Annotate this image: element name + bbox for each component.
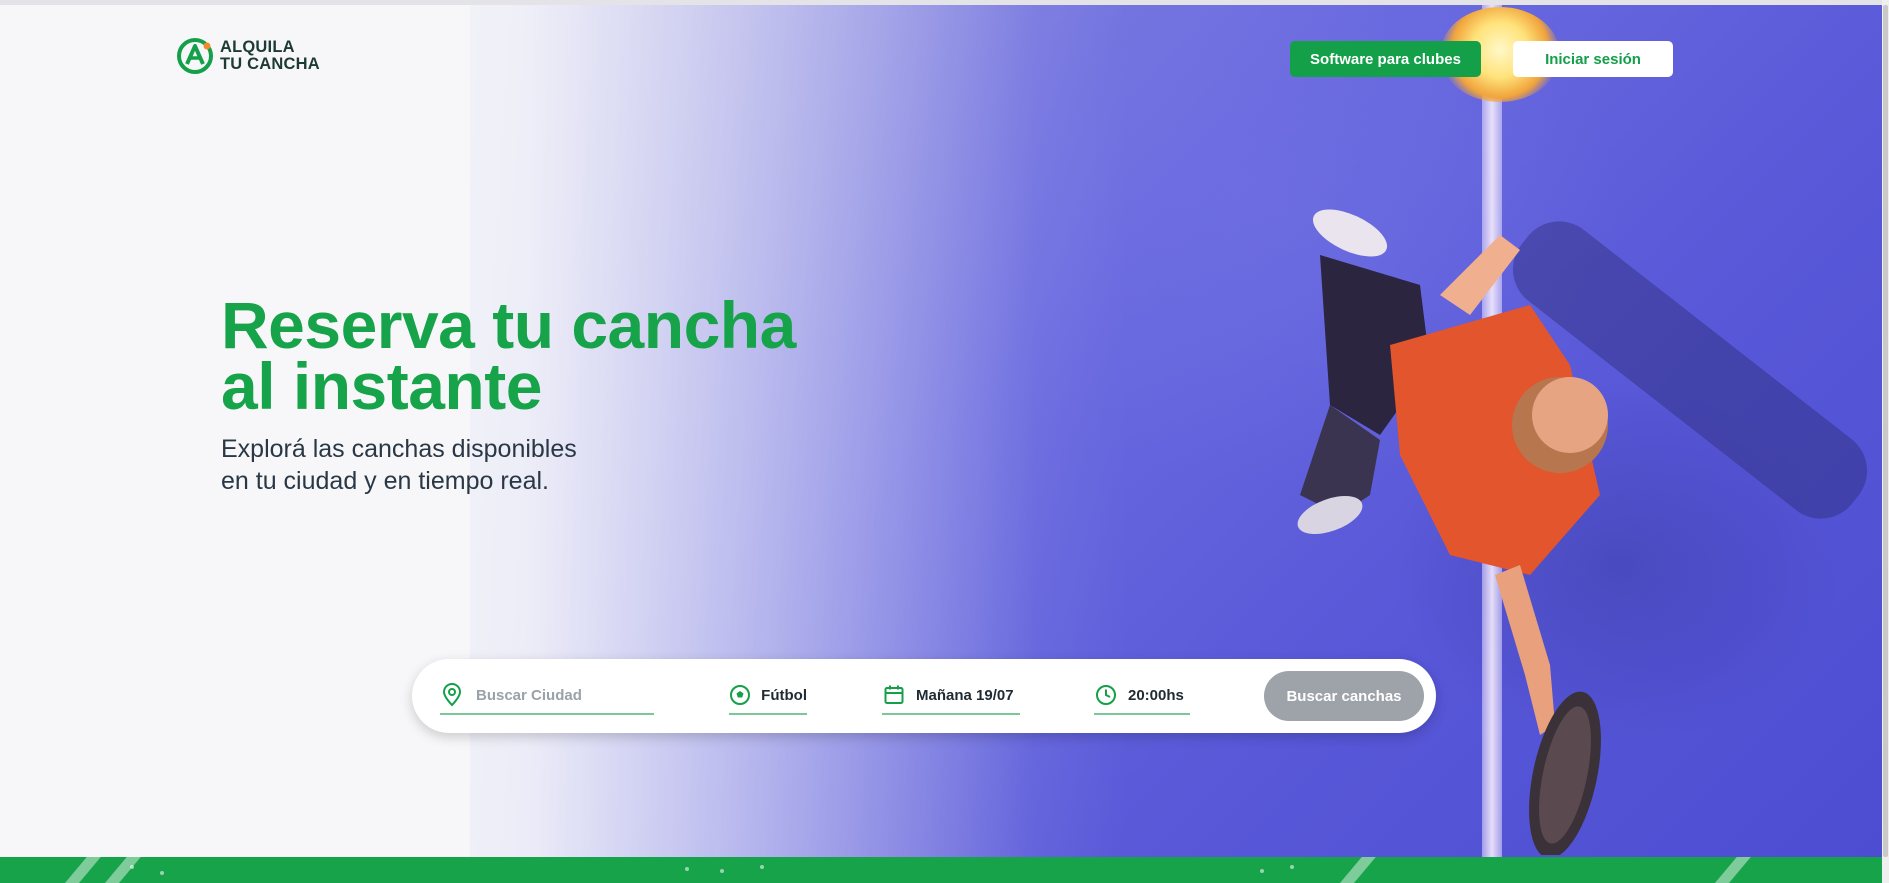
- hero-subtitle-line2: en tu ciudad y en tiempo real.: [221, 467, 549, 495]
- band-dot: [720, 869, 724, 873]
- city-field[interactable]: [440, 677, 654, 715]
- hero-subtitle-line1: Explorá las canchas disponibles: [221, 435, 577, 463]
- hero-title-line1: Reserva tu cancha: [221, 288, 796, 362]
- hero-title: Reserva tu cancha al instante: [221, 288, 796, 423]
- hero-title-line2: al instante: [221, 349, 542, 423]
- band-stripe: [1703, 857, 1751, 883]
- time-selector[interactable]: 20:00hs: [1094, 677, 1190, 715]
- logo-icon: [177, 38, 213, 74]
- brand-logo[interactable]: ALQUILA TU CANCHA: [176, 37, 320, 75]
- band-dot: [130, 865, 134, 869]
- hero-section: ALQUILA TU CANCHA Software para clubes I…: [0, 5, 1882, 857]
- sport-value: Fútbol: [761, 686, 807, 704]
- logo-line2: TU CANCHA: [220, 55, 320, 73]
- band-stripe: [93, 857, 141, 883]
- time-value: 20:00hs: [1128, 686, 1184, 704]
- soccer-ball-icon: [729, 683, 751, 707]
- login-button[interactable]: Iniciar sesión: [1513, 41, 1673, 77]
- clock-icon: [1094, 683, 1118, 707]
- logo-wordmark: ALQUILA TU CANCHA: [220, 39, 320, 73]
- calendar-icon: [882, 683, 906, 707]
- band-dot: [1260, 869, 1264, 873]
- date-selector[interactable]: Mañana 19/07: [882, 677, 1020, 715]
- logo-line1: ALQUILA: [220, 38, 295, 56]
- software-clubs-button[interactable]: Software para clubes: [1290, 41, 1481, 77]
- band-dot: [160, 871, 164, 875]
- band-dot: [1290, 865, 1294, 869]
- green-footer-band: [0, 857, 1889, 883]
- city-search-input[interactable]: [474, 685, 648, 705]
- band-stripe: [1328, 857, 1376, 883]
- search-courts-button[interactable]: Buscar canchas: [1264, 671, 1424, 721]
- search-bar: Fútbol Mañana 19/07 20:00hs Buscar canch…: [412, 659, 1436, 733]
- date-value: Mañana 19/07: [916, 686, 1014, 704]
- band-dot: [685, 867, 689, 871]
- band-stripe: [53, 857, 101, 883]
- hero-subtitle: Explorá las canchas disponibles en tu ci…: [221, 433, 577, 497]
- location-pin-icon: [440, 683, 464, 707]
- band-dot: [760, 865, 764, 869]
- scrollbar-thumb[interactable]: [1883, 5, 1888, 857]
- sport-selector[interactable]: Fútbol: [729, 677, 807, 715]
